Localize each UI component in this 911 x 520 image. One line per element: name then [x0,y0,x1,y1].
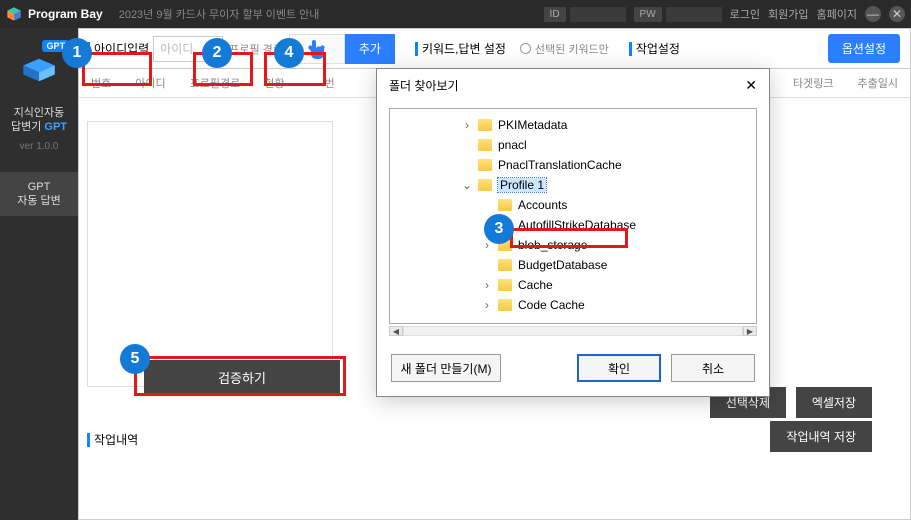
expand-icon[interactable]: › [462,118,472,132]
folder-item[interactable]: PnaclTranslationCache [402,155,752,175]
dialog-close-icon[interactable]: ✕ [745,77,757,94]
work-log-label: 작업내역 [94,431,138,448]
dialog-title: 폴더 찾아보기 [389,77,459,94]
folder-icon [498,199,512,211]
nav-gpt-line2: 자동 답변 [0,194,78,208]
folder-icon [478,179,492,191]
folder-browse-dialog: 폴더 찾아보기 ✕ › PKIMetadata pnacl PnaclTranslat… [376,68,770,397]
tutorial-badge-2: 2 [202,38,232,68]
folder-item[interactable]: Accounts [402,195,752,215]
folder-icon [498,259,512,271]
verify-button[interactable]: 검증하기 [144,360,340,394]
sidebar-title: 지식인자동 답변기 GPT [11,106,67,135]
section-work-label: 작업설정 [636,40,680,57]
col-id[interactable]: 아이디 [123,69,177,97]
col-target[interactable]: 타겟링크 [781,69,845,97]
col-no2[interactable]: 번 [312,69,346,97]
tutorial-badge-1: 1 [62,38,92,68]
folder-icon [478,119,492,131]
app-name: Program Bay [28,7,103,21]
col-date[interactable]: 추출일시 [846,69,910,97]
topbar: Program Bay 2023년 9월 카드사 무이자 할부 이벤트 안내 I… [0,0,911,28]
col-profile[interactable]: 프로필경로 [178,69,253,97]
folder-name: AutofillStrikeDatabase [518,218,636,232]
folder-name: BudgetDatabase [518,258,607,272]
tutorial-badge-3: 3 [484,214,514,244]
dialog-cancel-button[interactable]: 취소 [671,354,755,382]
h-scrollbar[interactable]: ◀ ▶ [389,324,757,338]
pw-label: PW [634,7,662,22]
col-status[interactable]: 현황 [252,69,296,97]
login-link[interactable]: 로그인 [730,6,760,22]
expand-icon[interactable]: ⌄ [462,178,472,192]
expand-icon[interactable]: › [482,278,492,292]
folder-item[interactable]: BudgetDatabase [402,255,752,275]
folder-name: PKIMetadata [498,118,567,132]
minimize-icon[interactable]: — [865,6,881,22]
folder-icon [498,299,512,311]
scroll-left-icon[interactable]: ◀ [389,326,403,336]
folder-item[interactable]: › Code Cache [402,295,752,315]
nav-gpt-line1: GPT [0,180,78,194]
keyword-only-label: 선택된 키워드만 [535,41,609,57]
folder-item[interactable]: AutofillStrikeDatabase [402,215,752,235]
sidebar-title-line2b: GPT [44,121,67,133]
new-folder-button[interactable]: 새 폴더 만들기(M) [391,354,501,382]
version-label: ver 1.0.0 [20,141,59,152]
tutorial-badge-5: 5 [120,344,150,374]
folder-item[interactable]: › Cache [402,275,752,295]
book-icon [21,52,57,88]
pw-input[interactable] [666,7,722,22]
sidebar-title-line2a: 답변기 [11,121,44,133]
folder-name: Accounts [518,198,567,212]
save-work-button[interactable]: 작업내역 저장 [770,421,872,452]
nav-gpt-auto-answer[interactable]: GPT 자동 답변 [0,172,78,217]
folder-name: blob_storage [518,238,587,252]
close-icon[interactable]: ✕ [889,6,905,22]
folder-name: pnacl [498,138,527,152]
add-button[interactable]: 추가 [345,34,395,64]
section-id-label: 아이디입력 [94,40,149,57]
excel-save-button[interactable]: 엑셀저장 [796,387,872,418]
folder-icon [478,159,492,171]
folder-item[interactable]: ›blob_storage [402,235,752,255]
section-keyword-label: 키워드,답변 설정 [422,40,506,57]
hand-pointer-icon [305,37,329,61]
pw-login-group: PW [634,7,722,22]
id-login-group: ID [544,7,626,22]
folder-icon [498,279,512,291]
folder-item[interactable]: pnacl [402,135,752,155]
signup-link[interactable]: 회원가입 [768,6,808,22]
folder-name: Code Cache [518,298,585,312]
homepage-link[interactable]: 홈페이지 [817,6,857,22]
dialog-ok-button[interactable]: 확인 [577,354,661,382]
folder-item[interactable]: › PKIMetadata [402,115,752,135]
promo-text: 2023년 9월 카드사 무이자 할부 이벤트 안내 [119,6,320,22]
id-input[interactable] [570,7,626,22]
sidebar-logo: GPT [7,38,71,102]
folder-name: Profile 1 [498,178,546,192]
folder-name: PnaclTranslationCache [498,158,622,172]
folder-icon [478,139,492,151]
id-label: ID [544,7,566,22]
sidebar-title-line1: 지식인자동 [11,106,67,120]
tutorial-badge-4: 4 [274,38,304,68]
option-settings-button[interactable]: 옵션설정 [828,34,900,63]
expand-icon[interactable]: › [482,298,492,312]
col-no[interactable]: 번호 [79,69,123,97]
keyword-only-radio[interactable] [520,43,531,54]
work-log-section: 작업내역 [87,431,138,448]
folder-name: Cache [518,278,553,292]
folder-tree[interactable]: › PKIMetadata pnacl PnaclTranslationCache ⌄ P… [389,108,757,324]
folder-item[interactable]: ⌄ Profile 1 [402,175,752,195]
scroll-right-icon[interactable]: ▶ [743,326,757,336]
app-logo-icon [6,6,22,22]
sidebar: GPT 지식인자동 답변기 GPT ver 1.0.0 GPT 자동 답변 [0,28,78,520]
